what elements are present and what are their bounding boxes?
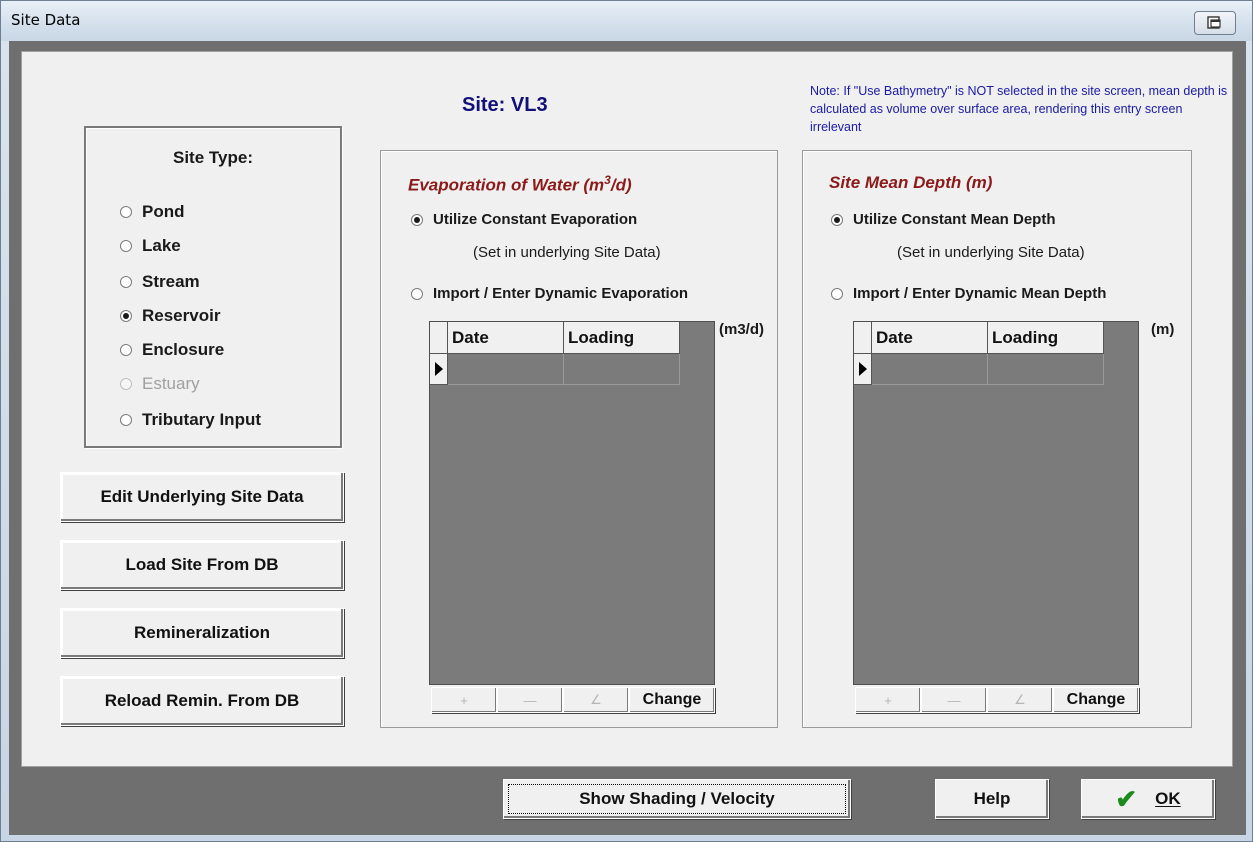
option-label: Utilize Constant Mean Depth [853, 211, 1056, 228]
evaporation-data-grid[interactable]: Date Loading [429, 321, 715, 685]
column-header-loading[interactable]: Loading [564, 322, 680, 354]
mean-depth-group: Site Mean Depth (m) Utilize Constant Mea… [802, 150, 1192, 728]
row-indicator-icon [430, 354, 448, 385]
edit-icon: ∠ [1014, 692, 1026, 707]
site-type-label: Estuary [142, 374, 200, 393]
site-type-title: Site Type: [173, 148, 253, 167]
site-type-label: Tributary Input [142, 410, 261, 429]
site-type-enclosure[interactable]: Enclosure [120, 340, 224, 360]
site-type-label: Stream [142, 272, 200, 291]
utilize-constant-mean-depth-option[interactable]: Utilize Constant Mean Depth [831, 211, 1056, 228]
radio-constant-evaporation[interactable] [411, 213, 423, 226]
mean-depth-change-button[interactable]: Change [1053, 687, 1139, 713]
title-bar: Site Data [1, 1, 1252, 41]
reload-remin-from-db-button[interactable]: Reload Remin. From DB [60, 676, 344, 726]
client-area: Site: VL3 Note: If "Use Bathymetry" is N… [9, 41, 1246, 835]
column-header-date[interactable]: Date [872, 322, 988, 354]
mean-depth-navigator: + — ∠ Change [855, 687, 1139, 713]
row-indicator-icon [854, 354, 872, 385]
mean-depth-title: Site Mean Depth (m) [829, 173, 993, 192]
radio-dynamic-mean-depth[interactable] [831, 287, 843, 300]
grid-corner [430, 322, 448, 354]
site-type-label: Reservoir [142, 306, 221, 325]
cell-date[interactable] [448, 354, 564, 385]
table-row[interactable] [430, 354, 680, 385]
ok-label: OK [1155, 789, 1181, 808]
option-label: Import / Enter Dynamic Mean Depth [853, 285, 1107, 302]
mean-depth-data-grid[interactable]: Date Loading [853, 321, 1139, 685]
table-row[interactable] [854, 354, 1104, 385]
restore-button[interactable] [1194, 11, 1236, 35]
help-button[interactable]: Help [935, 779, 1049, 819]
mean-depth-constant-note: (Set in underlying Site Data) [897, 244, 1085, 261]
radio-tributary-input[interactable] [120, 414, 132, 426]
bathymetry-note: Note: If "Use Bathymetry" is NOT selecte… [810, 84, 1228, 134]
delete-icon: — [947, 692, 961, 708]
radio-reservoir[interactable] [120, 310, 132, 322]
radio-pond[interactable] [120, 206, 132, 218]
evaporation-title: Evaporation of Water (m3/d) [408, 173, 632, 195]
radio-dynamic-evaporation[interactable] [411, 287, 423, 300]
site-type-estuary: Estuary [120, 374, 200, 394]
show-shading-velocity-button[interactable]: Show Shading / Velocity [503, 779, 851, 819]
radio-enclosure[interactable] [120, 344, 132, 356]
column-header-date[interactable]: Date [448, 322, 564, 354]
site-type-label: Lake [142, 236, 181, 255]
radio-estuary [120, 378, 132, 390]
site-type-label: Enclosure [142, 340, 225, 359]
radio-stream[interactable] [120, 276, 132, 288]
edit-record-button[interactable]: ∠ [987, 687, 1053, 713]
insert-record-button[interactable]: + [431, 687, 497, 713]
mean-depth-unit: (m) [1151, 321, 1175, 338]
remineralization-button[interactable]: Remineralization [60, 608, 344, 658]
restore-icon [1207, 16, 1221, 29]
evaporation-unit: (m3/d) [719, 321, 764, 338]
cell-loading[interactable] [988, 354, 1104, 385]
cell-date[interactable] [872, 354, 988, 385]
radio-constant-mean-depth[interactable] [831, 213, 843, 226]
delete-record-button[interactable]: — [921, 687, 987, 713]
window-title: Site Data [11, 11, 81, 29]
option-label: Utilize Constant Evaporation [433, 211, 638, 228]
evaporation-change-button[interactable]: Change [629, 687, 715, 713]
edit-underlying-site-data-button[interactable]: Edit Underlying Site Data [60, 472, 344, 522]
edit-record-button[interactable]: ∠ [563, 687, 629, 713]
site-type-lake[interactable]: Lake [120, 236, 181, 256]
grid-header: Date Loading [854, 322, 1104, 354]
site-type-reservoir[interactable]: Reservoir [120, 306, 220, 326]
option-label: Import / Enter Dynamic Evaporation [433, 285, 689, 302]
insert-icon: + [884, 692, 892, 708]
delete-record-button[interactable]: — [497, 687, 563, 713]
insert-record-button[interactable]: + [855, 687, 921, 713]
radio-lake[interactable] [120, 240, 132, 252]
load-site-from-db-button[interactable]: Load Site From DB [60, 540, 344, 590]
edit-icon: ∠ [590, 692, 602, 707]
import-dynamic-evaporation-option[interactable]: Import / Enter Dynamic Evaporation [411, 285, 688, 302]
site-type-label: Pond [142, 202, 185, 221]
evaporation-navigator: + — ∠ Change [431, 687, 715, 713]
ok-button[interactable]: ✔ OK [1081, 779, 1215, 819]
import-dynamic-mean-depth-option[interactable]: Import / Enter Dynamic Mean Depth [831, 285, 1106, 302]
grid-corner [854, 322, 872, 354]
site-type-pond[interactable]: Pond [120, 202, 185, 222]
utilize-constant-evaporation-option[interactable]: Utilize Constant Evaporation [411, 211, 637, 228]
site-data-window: Site Data Site: VL3 Note: If "Use Bathym… [0, 0, 1253, 842]
evaporation-group: Evaporation of Water (m3/d) Utilize Cons… [380, 150, 778, 728]
site-title: Site: VL3 [462, 94, 548, 116]
cell-loading[interactable] [564, 354, 680, 385]
main-panel: Site: VL3 Note: If "Use Bathymetry" is N… [21, 51, 1233, 767]
insert-icon: + [460, 692, 468, 708]
evaporation-constant-note: (Set in underlying Site Data) [473, 244, 661, 261]
column-header-loading[interactable]: Loading [988, 322, 1104, 354]
checkmark-icon: ✔ [1115, 783, 1138, 814]
site-type-tributary[interactable]: Tributary Input [120, 410, 261, 430]
delete-icon: — [523, 692, 537, 708]
site-type-stream[interactable]: Stream [120, 272, 200, 292]
grid-header: Date Loading [430, 322, 680, 354]
site-type-group: Site Type: Pond Lake Stream Reservoir En… [84, 126, 342, 448]
